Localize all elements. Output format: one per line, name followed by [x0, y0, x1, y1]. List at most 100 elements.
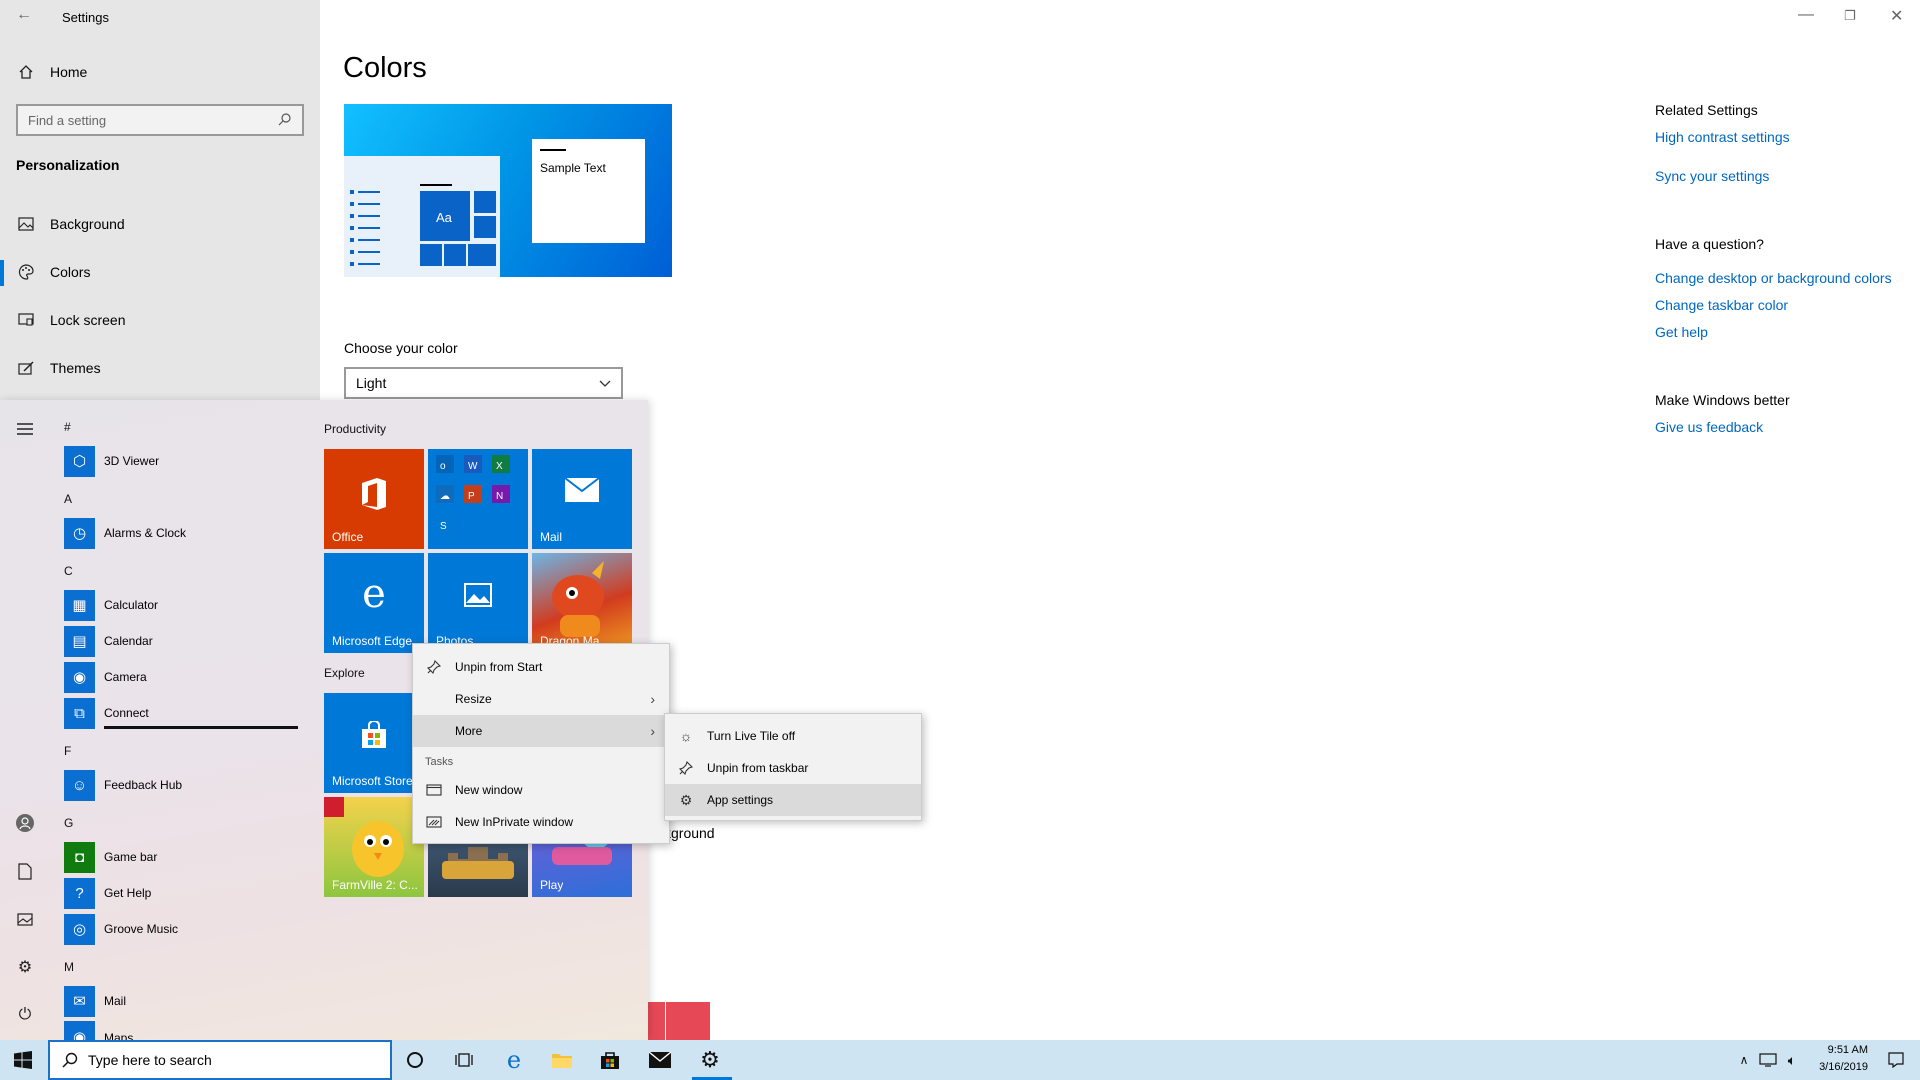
settings-gear-icon[interactable]: ⚙: [14, 956, 36, 978]
documents-icon[interactable]: [14, 860, 36, 882]
list-item-game-bar[interactable]: ◘ Game bar: [64, 841, 157, 873]
nav-home[interactable]: Home: [16, 62, 87, 82]
change-desktop-colors-link[interactable]: Change desktop or background colors: [1655, 270, 1892, 286]
list-item-connect[interactable]: ⧉ Connect: [64, 697, 149, 729]
list-item-feedback-hub[interactable]: ☺ Feedback Hub: [64, 769, 182, 801]
menu-item-new-window[interactable]: New window: [413, 774, 669, 806]
hamburger-icon[interactable]: [14, 418, 36, 440]
list-item-calculator[interactable]: ▦ Calculator: [64, 589, 158, 621]
active-indicator: [0, 260, 4, 286]
tile-microsoft-store[interactable]: Microsoft Store: [324, 693, 424, 793]
focus-underline: [104, 726, 298, 729]
feedback-icon: ☺: [64, 769, 95, 801]
menu-item-turn-live-tile-off[interactable]: ☼ Turn Live Tile off: [665, 720, 921, 752]
question-heading: Have a question?: [1655, 236, 1764, 252]
store-bag-icon: [324, 720, 424, 757]
list-item-alarms[interactable]: ◷ Alarms & Clock: [64, 517, 186, 549]
menu-item-unpin-start[interactable]: Unpin from Start: [413, 651, 669, 683]
menu-item-new-inprivate-window[interactable]: New InPrivate window: [413, 806, 669, 838]
user-avatar-icon[interactable]: [14, 812, 36, 834]
letter-header[interactable]: M: [64, 960, 74, 974]
picture-icon: [16, 214, 36, 234]
tile-dragon-mania[interactable]: Dragon Ma...: [532, 553, 632, 653]
task-view-icon[interactable]: [452, 1048, 476, 1072]
restore-icon[interactable]: ❐: [1844, 8, 1856, 24]
volume-icon[interactable]: 🔈︎: [1780, 1048, 1804, 1072]
search-icon: [278, 112, 292, 129]
letter-header[interactable]: A: [64, 492, 72, 506]
accent-swatch[interactable]: [648, 1002, 665, 1040]
tile-office[interactable]: Office: [324, 449, 424, 549]
windows-start-icon[interactable]: [11, 1048, 35, 1072]
more-submenu: ☼ Turn Live Tile off Unpin from taskbar …: [664, 713, 922, 821]
cortana-icon[interactable]: [403, 1048, 427, 1072]
nav-item-label: Background: [50, 216, 125, 232]
list-item-groove-music[interactable]: ◎ Groove Music: [64, 913, 178, 945]
high-contrast-link[interactable]: High contrast settings: [1655, 129, 1790, 145]
change-taskbar-color-link[interactable]: Change taskbar color: [1655, 297, 1788, 313]
chevron-down-icon: [599, 375, 611, 391]
nav-item-background[interactable]: Background: [16, 214, 125, 234]
power-icon[interactable]: ⏻: [14, 1004, 36, 1026]
letter-header[interactable]: C: [64, 564, 73, 578]
partial-background-label: kground: [664, 825, 715, 841]
window-title: Settings: [62, 10, 109, 25]
get-help-link[interactable]: Get help: [1655, 324, 1708, 340]
nav-item-colors[interactable]: Colors: [16, 262, 90, 282]
minimize-icon[interactable]: —: [1798, 6, 1814, 24]
tile-farmville[interactable]: FarmVille 2: C...: [324, 797, 424, 897]
find-setting-input[interactable]: Find a setting: [16, 104, 304, 136]
tile-label: Play: [540, 878, 564, 892]
nav-item-themes[interactable]: Themes: [16, 358, 101, 378]
gear-icon: ⚙: [679, 791, 693, 808]
file-explorer-icon[interactable]: [550, 1048, 574, 1072]
store-taskbar-icon[interactable]: [598, 1048, 622, 1072]
edge-taskbar-icon[interactable]: e: [502, 1046, 526, 1074]
menu-item-unpin-taskbar[interactable]: Unpin from taskbar: [665, 752, 921, 784]
color-mode-dropdown[interactable]: Light: [344, 367, 623, 399]
sync-settings-link[interactable]: Sync your settings: [1655, 168, 1769, 184]
taskbar-search-input[interactable]: Type here to search: [48, 1040, 392, 1080]
menu-item-more[interactable]: More ›: [413, 715, 669, 747]
app-label: Mail: [104, 994, 127, 1008]
menu-item-label: Unpin from taskbar: [707, 761, 809, 775]
list-item-3d-viewer[interactable]: ⬡ 3D Viewer: [64, 445, 159, 477]
settings-taskbar-icon[interactable]: ⚙: [698, 1047, 722, 1072]
tile-mail[interactable]: Mail: [532, 449, 632, 549]
menu-item-label: New InPrivate window: [455, 815, 574, 829]
taskbar-clock[interactable]: 9:51 AM 3/16/2019: [1819, 1042, 1868, 1076]
svg-text:S: S: [440, 521, 447, 532]
tile-microsoft-edge[interactable]: e Microsoft Edge: [324, 553, 424, 653]
letter-header[interactable]: F: [64, 744, 71, 758]
group-title-explore[interactable]: Explore: [324, 666, 365, 680]
sample-text: Sample Text: [532, 139, 645, 243]
letter-header[interactable]: #: [64, 420, 71, 434]
notifications-icon[interactable]: [1884, 1048, 1908, 1072]
menu-item-resize[interactable]: Resize ›: [413, 683, 669, 715]
close-icon[interactable]: ✕: [1890, 6, 1903, 26]
pictures-icon[interactable]: [14, 908, 36, 930]
chevron-right-icon: ›: [650, 691, 655, 707]
svg-text:o: o: [440, 461, 446, 472]
tile-office-apps-folder[interactable]: o W X ☁ P N S: [428, 449, 528, 549]
group-title-productivity[interactable]: Productivity: [324, 422, 386, 436]
list-item-calendar[interactable]: ▤ Calendar: [64, 625, 153, 657]
svg-text:☁: ☁: [440, 491, 450, 502]
tile-label: Mail: [540, 530, 563, 544]
menu-item-app-settings[interactable]: ⚙ App settings: [665, 784, 921, 816]
list-item-camera[interactable]: ◉ Camera: [64, 661, 147, 693]
network-icon[interactable]: [1756, 1048, 1780, 1072]
chevron-up-icon[interactable]: ∧: [1732, 1048, 1756, 1072]
letter-header[interactable]: G: [64, 816, 73, 830]
mail-taskbar-icon[interactable]: [648, 1048, 672, 1072]
list-item-get-help[interactable]: ? Get Help: [64, 877, 151, 909]
app-label: Maps: [104, 1031, 134, 1040]
nav-item-lock-screen[interactable]: Lock screen: [16, 310, 125, 330]
list-item-maps[interactable]: ◉ Maps: [64, 1021, 133, 1040]
feedback-link[interactable]: Give us feedback: [1655, 419, 1763, 435]
tile-photos[interactable]: Photos: [428, 553, 528, 653]
back-arrow-icon[interactable]: ←: [16, 6, 32, 24]
list-item-mail[interactable]: ✉ Mail: [64, 985, 126, 1017]
find-setting-placeholder: Find a setting: [28, 112, 107, 128]
accent-swatch[interactable]: [666, 1002, 710, 1040]
